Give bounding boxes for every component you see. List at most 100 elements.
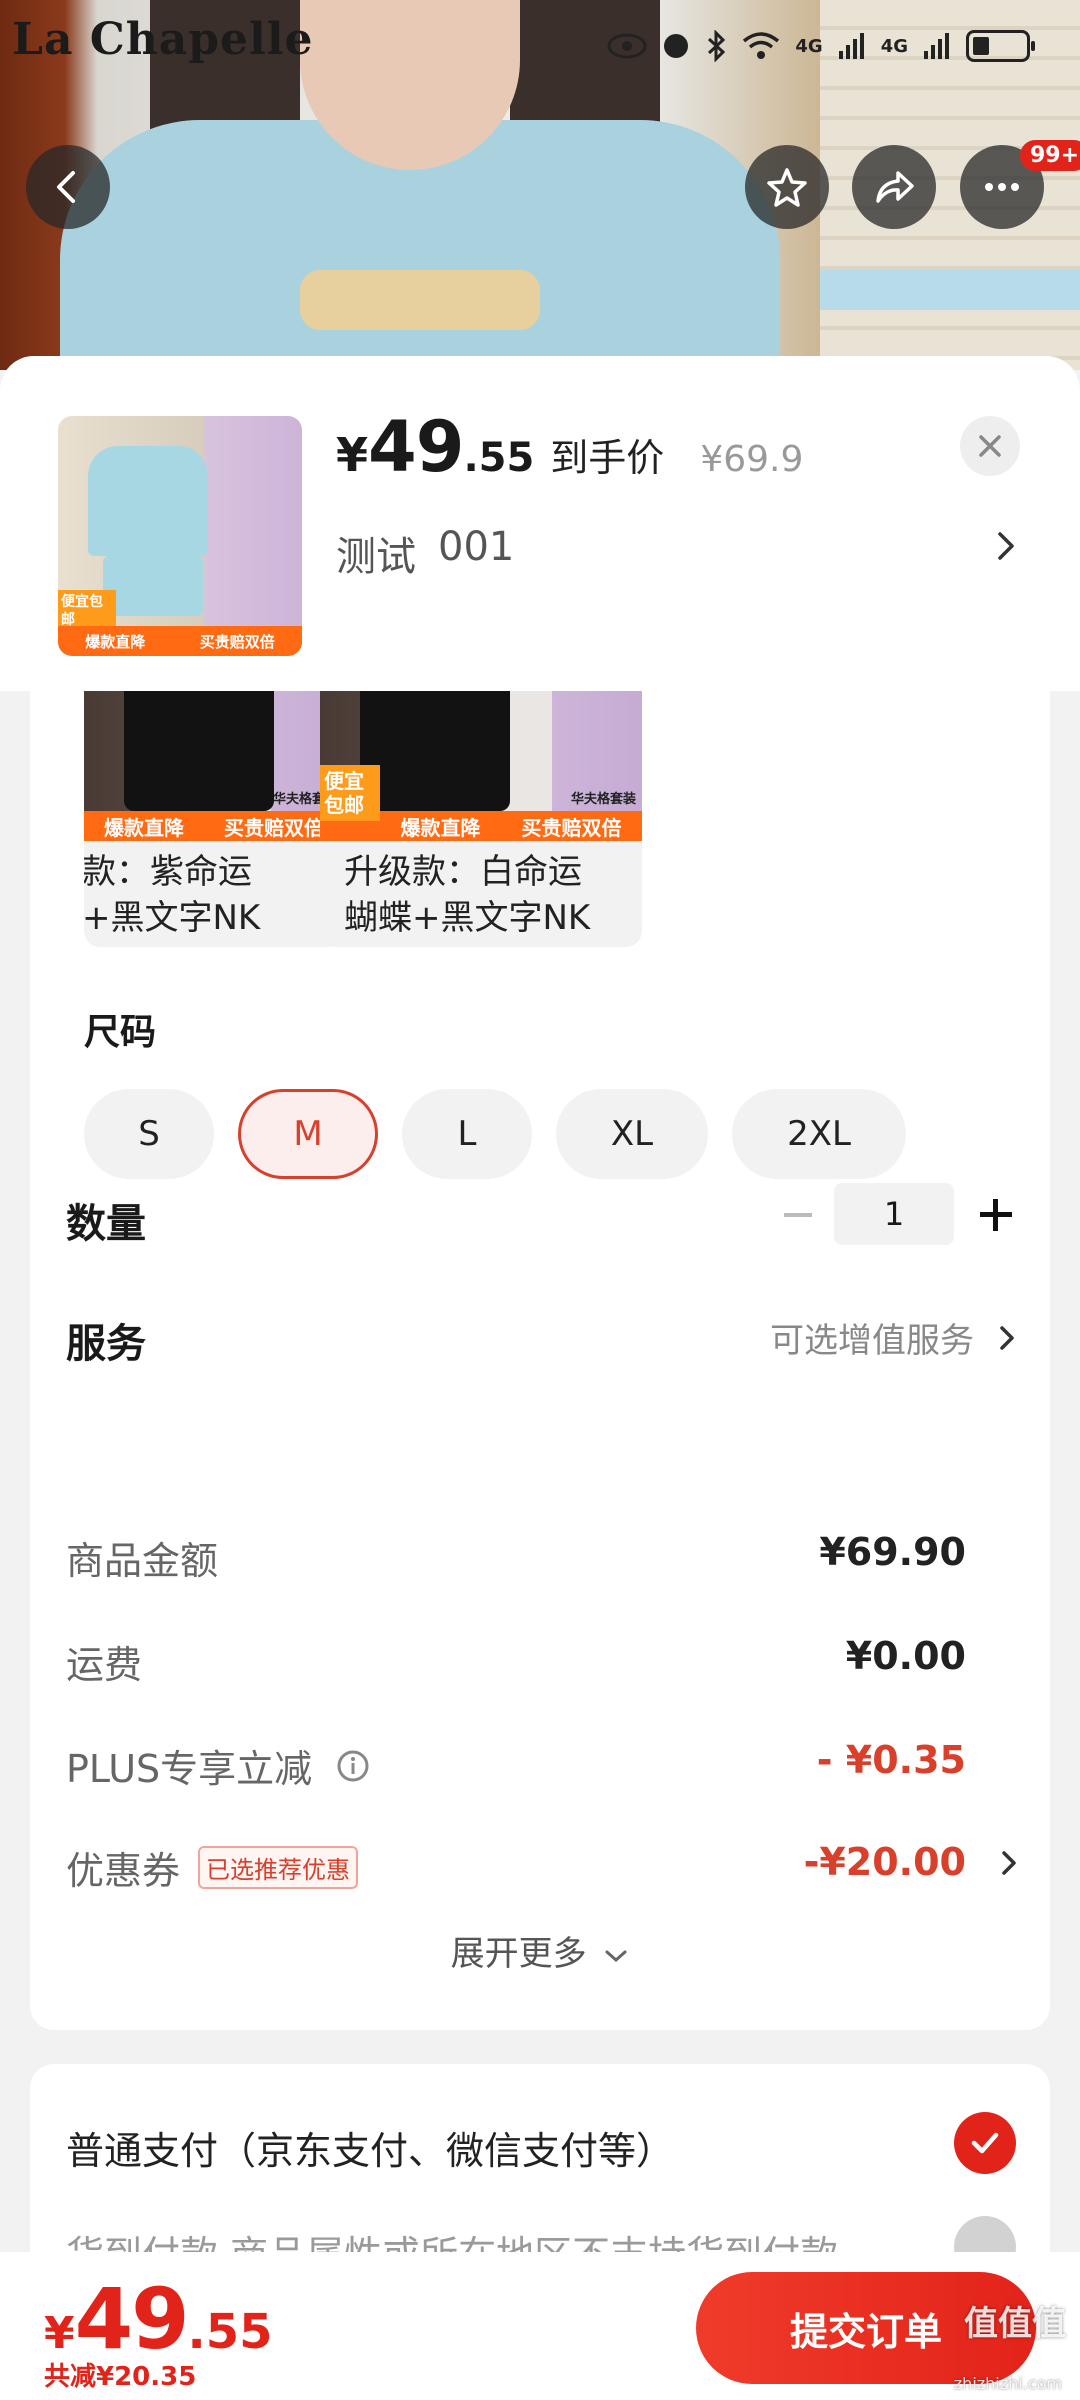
- variant-card[interactable]: 华夫格套装 爆款直降 买贵赔双倍 便宜包邮 升级款：白命运 蝴蝶+黑文字NK: [320, 691, 642, 947]
- share-icon: [876, 171, 914, 203]
- thumb-tag-right: 买贵赔双倍: [199, 632, 275, 651]
- brand-logo: La Chapelle: [12, 14, 314, 65]
- variant-label: 款：紫命运 +黑文字NK: [84, 849, 344, 941]
- original-price: ¥69.9: [700, 439, 804, 480]
- hero-shirt-print: [300, 270, 540, 330]
- quantity-decrease-button[interactable]: [778, 1185, 818, 1245]
- more-dots-icon: [985, 183, 1019, 191]
- signal-bars-icon: [924, 33, 949, 59]
- expand-more-button[interactable]: 展开更多: [30, 1926, 1050, 1975]
- quantity-title: 数量: [66, 1201, 146, 1247]
- notification-icon: [664, 34, 689, 58]
- chevron-right-icon[interactable]: [994, 1848, 1024, 1878]
- size-chip-l[interactable]: L: [402, 1089, 532, 1179]
- variant-tag-a: 爆款直降: [104, 815, 184, 840]
- size-chip-2xl[interactable]: 2XL: [732, 1089, 906, 1179]
- service-hint: 可选增值服务: [770, 1321, 974, 1361]
- variant-promo-stripe: 爆款直降 买贵赔双倍: [84, 811, 344, 841]
- variant-image: 华夫格套装 爆款直降 买贵赔双倍 便宜包邮: [320, 691, 642, 841]
- payment-option-normal[interactable]: 普通支付（京东支付、微信支付等）: [66, 2120, 674, 2175]
- size-chip-s[interactable]: S: [84, 1089, 214, 1179]
- variant-free-shipping-tag: 便宜包邮: [320, 765, 380, 821]
- variant-tag-b: 买贵赔双倍: [224, 815, 324, 840]
- variant-label-line2: 蝴蝶+黑文字NK: [344, 898, 591, 938]
- coupon-badge: 已选推荐优惠: [198, 1846, 359, 1889]
- coupon-value: -¥20.00: [803, 1840, 966, 1884]
- eye-icon: [607, 33, 647, 59]
- coupon-row[interactable]: 优惠券 已选推荐优惠: [66, 1840, 359, 1895]
- shipping-label: 运费: [66, 1643, 143, 1687]
- plus-discount-value: - ¥0.35: [816, 1738, 966, 1782]
- variant-shorts: [360, 691, 510, 811]
- checkout-bar: ¥ 49 .55 共减¥20.35 提交订单: [0, 2252, 1080, 2400]
- bluetooth-icon: [708, 30, 726, 62]
- product-thumbnail: 便宜包邮 爆款直降 买贵赔双倍: [58, 416, 302, 656]
- thumb-tag-mid: 爆款直降: [85, 632, 146, 651]
- star-icon: [767, 168, 807, 207]
- variant-label-line1: 款：紫命运: [84, 852, 252, 892]
- size-chip-m[interactable]: M: [238, 1089, 378, 1179]
- size-chip-xl[interactable]: XL: [556, 1089, 708, 1179]
- total-decimal: .55: [187, 2304, 273, 2360]
- check-icon: [971, 2132, 999, 2154]
- variant-tag-a: 爆款直降: [400, 815, 481, 840]
- variant-label: 升级款：白命运 蝴蝶+黑文字NK: [344, 849, 634, 941]
- plus-discount-row: PLUS专享立减: [66, 1738, 370, 1793]
- goods-amount-label: 商品金额: [66, 1539, 219, 1583]
- signal-bars-icon: [838, 33, 864, 59]
- variant-card[interactable]: 华夫格套装 爆款直降 买贵赔双倍 款：紫命运 +黑文字NK: [84, 691, 344, 947]
- quantity-input[interactable]: 1: [834, 1183, 954, 1245]
- favorite-button[interactable]: [745, 145, 829, 229]
- thumb-tshirt: [88, 446, 208, 556]
- thumb-shorts: [103, 556, 203, 616]
- share-button[interactable]: [852, 145, 936, 229]
- battery-icon: [966, 30, 1035, 62]
- price-decimal: .55: [463, 435, 535, 481]
- variant-set-label: 华夫格套装: [570, 792, 636, 807]
- back-button[interactable]: [26, 145, 110, 229]
- cost-summary-card: 商品金额 ¥69.90 运费 ¥0.00 PLUS专享立减 - ¥0.35 优惠…: [30, 1480, 1050, 2030]
- expand-more-label: 展开更多: [450, 1934, 587, 1974]
- chevron-down-icon: [605, 1950, 627, 1962]
- address-name: 测试: [336, 534, 416, 580]
- chevron-left-icon: [57, 171, 75, 203]
- total-price: ¥ 49 .55: [44, 2270, 273, 2368]
- address-code: 001: [438, 524, 515, 570]
- price-integer: 49: [368, 406, 464, 488]
- close-icon: [979, 435, 1001, 457]
- variant-shorts: [124, 691, 274, 811]
- goods-amount-value: ¥69.90: [819, 1530, 966, 1574]
- shipping-value: ¥0.00: [845, 1634, 966, 1678]
- plus-discount-label: PLUS专享立减: [66, 1747, 313, 1791]
- variant-tag-b: 买贵赔双倍: [521, 815, 622, 840]
- size-options: S M L XL 2XL: [84, 1089, 906, 1179]
- watermark-logo: 值值值: [964, 2304, 1066, 2344]
- wifi-icon: [743, 32, 780, 59]
- total-integer: 49: [74, 2270, 190, 2368]
- price-symbol: ¥: [336, 428, 369, 482]
- variant-label-line2: +黑文字NK: [84, 898, 261, 938]
- info-icon[interactable]: [336, 1749, 370, 1783]
- purchase-sheet: 便宜包邮 爆款直降 买贵赔双倍 ¥ 49 .55 到手价 ¥69.9 测试 00…: [0, 356, 1080, 2400]
- chevron-right-icon[interactable]: [988, 528, 1024, 564]
- price-label: 到手价: [550, 436, 665, 480]
- watermark-url: zhizhizhi.com: [953, 2374, 1062, 2393]
- minus-icon: [784, 1213, 812, 1217]
- chevron-right-icon: [1000, 1325, 1014, 1350]
- total-symbol: ¥: [44, 2308, 75, 2359]
- variant-image: 华夫格套装 爆款直降 买贵赔双倍: [84, 691, 344, 841]
- service-selector[interactable]: 可选增值服务: [770, 1313, 1022, 1362]
- close-sheet-button[interactable]: [960, 416, 1020, 476]
- size-title: 尺码: [84, 1012, 157, 1053]
- coupon-label: 优惠券: [66, 1849, 181, 1893]
- service-title: 服务: [66, 1321, 146, 1367]
- variant-label-line1: 升级款：白命运: [344, 852, 582, 892]
- signal-label-1: 4G: [795, 35, 823, 57]
- address-row[interactable]: 测试 001: [336, 524, 514, 582]
- thumb-promo-tag: 爆款直降 买贵赔双倍: [58, 626, 302, 656]
- message-count-badge: 99+: [1020, 140, 1080, 171]
- quantity-increase-button[interactable]: [974, 1185, 1018, 1245]
- hero-fabric-band: [820, 270, 1080, 310]
- payment-selected-radio[interactable]: [954, 2112, 1016, 2174]
- total-saved: 共减¥20.35: [44, 2362, 197, 2392]
